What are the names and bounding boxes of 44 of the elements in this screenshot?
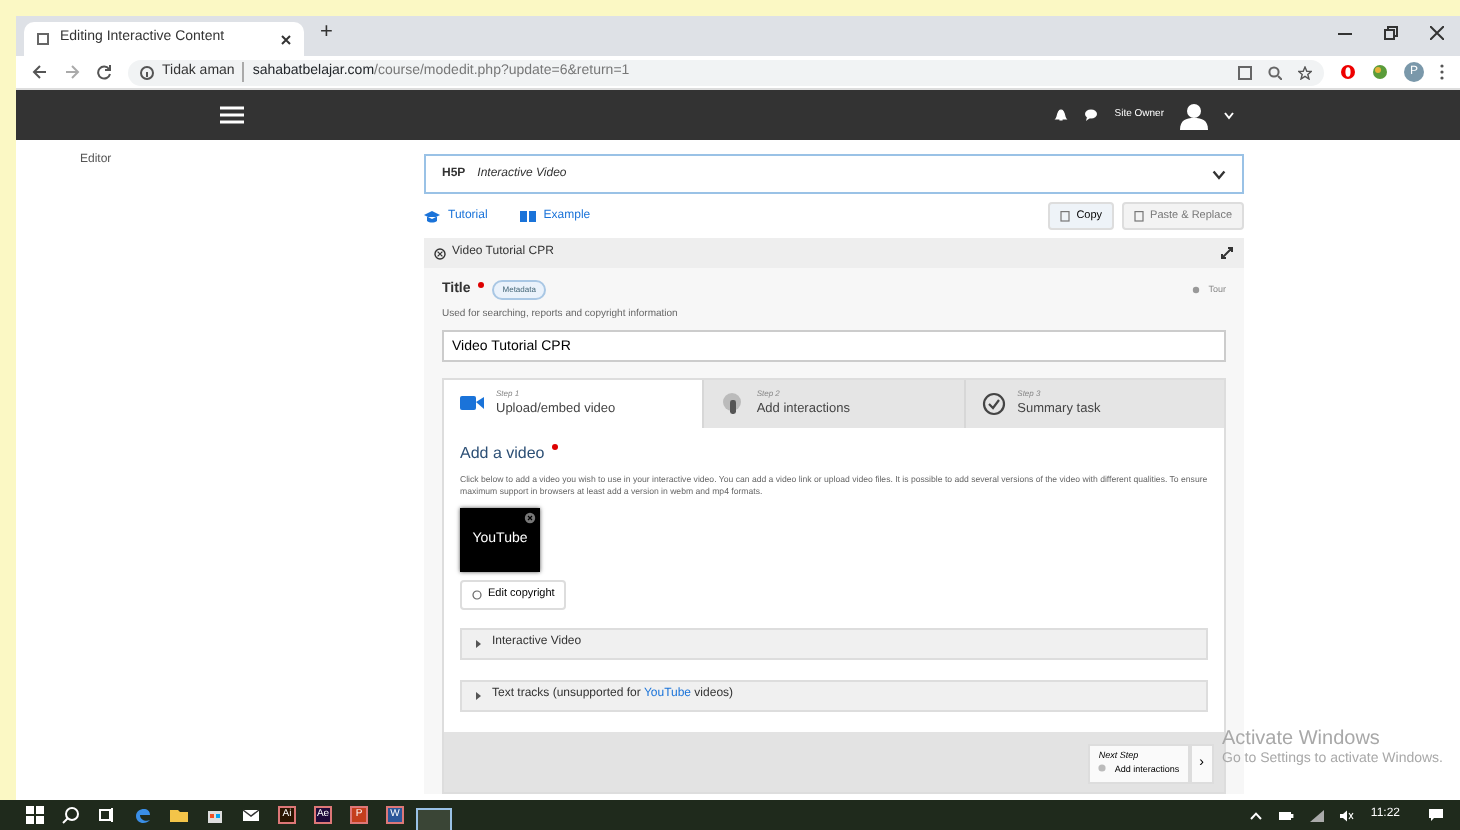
camera-icon xyxy=(460,392,484,416)
caret-icon[interactable] xyxy=(1224,111,1234,119)
graduation-cap-icon xyxy=(424,209,440,223)
expand-icon[interactable] xyxy=(1220,246,1234,260)
task-view-icon[interactable] xyxy=(98,806,116,824)
store-icon[interactable] xyxy=(206,806,224,824)
user-avatar-icon[interactable] xyxy=(1180,101,1208,129)
close-icon[interactable] xyxy=(280,33,292,45)
folder-icon[interactable] xyxy=(170,806,188,824)
page-icon xyxy=(36,32,50,46)
back-icon[interactable] xyxy=(32,64,48,80)
remove-icon[interactable] xyxy=(524,512,536,525)
notification-icon[interactable] xyxy=(1428,808,1444,822)
edge-browser-icon[interactable] xyxy=(134,806,152,824)
mail-icon[interactable] xyxy=(242,806,260,824)
activation-title: Activate Windows xyxy=(1222,728,1382,751)
star-icon[interactable] xyxy=(1298,65,1312,79)
network-icon[interactable] xyxy=(1310,809,1325,821)
caret-icon xyxy=(474,639,482,648)
clipboard-icon xyxy=(1134,210,1145,222)
search-icon[interactable] xyxy=(62,806,80,824)
windows-start-icon[interactable] xyxy=(26,806,44,824)
chevron-icon[interactable] xyxy=(1212,169,1226,179)
caret-icon xyxy=(474,691,482,700)
collapse-icon[interactable] xyxy=(434,247,446,259)
clipboard-icon xyxy=(1060,210,1071,222)
menu-icon[interactable] xyxy=(220,106,244,124)
battery-icon[interactable] xyxy=(1278,809,1295,821)
chevron-up-icon[interactable] xyxy=(1250,811,1263,819)
chat-icon[interactable] xyxy=(1084,108,1099,122)
book-icon xyxy=(519,209,536,223)
bell-icon[interactable] xyxy=(1054,108,1069,122)
new-tab-button[interactable]: + xyxy=(320,16,333,48)
opera-icon[interactable] xyxy=(1340,64,1356,80)
volume-icon[interactable] xyxy=(1340,809,1355,821)
close-icon[interactable] xyxy=(1430,26,1444,40)
taskbar-app-button[interactable] xyxy=(416,807,452,830)
extension-icon[interactable] xyxy=(1372,64,1388,80)
reload-icon[interactable] xyxy=(96,64,112,80)
info-icon xyxy=(140,65,154,79)
zoom-icon[interactable] xyxy=(1268,65,1282,79)
restore-icon[interactable] xyxy=(1384,26,1398,40)
video-heading: Add a video xyxy=(460,442,545,466)
check-circle-icon xyxy=(981,392,1006,416)
